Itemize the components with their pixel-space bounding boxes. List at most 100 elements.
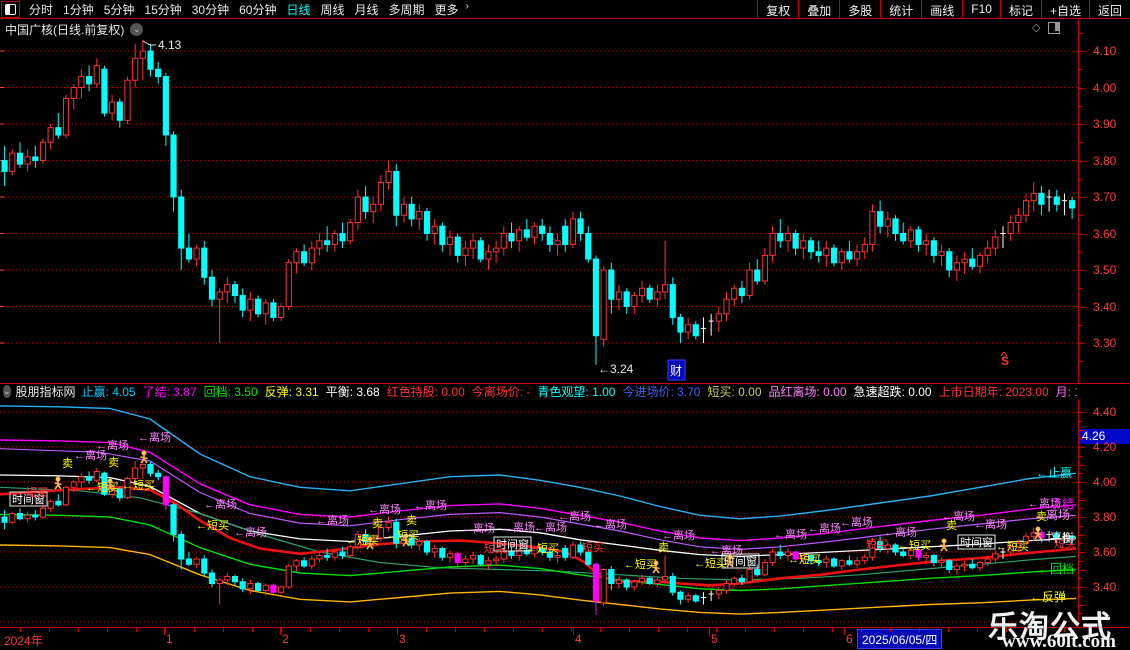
axis-tick <box>1079 412 1085 413</box>
date-tick <box>49 628 50 632</box>
candle-up <box>347 222 354 242</box>
period-tab-月线[interactable]: 月线 <box>355 1 379 18</box>
axis-label-3.80: 3.80 <box>1093 510 1117 524</box>
candle-up <box>661 576 669 581</box>
candle-up <box>354 196 361 224</box>
menu-item-复权[interactable]: 复权 <box>757 0 798 18</box>
period-tab-15分钟[interactable]: 15分钟 <box>144 1 181 18</box>
figure-icon <box>54 476 62 490</box>
axis-tick <box>1079 306 1085 308</box>
candle-up <box>715 590 722 595</box>
date-tick <box>339 628 340 632</box>
peak-price-label: 4.13 <box>158 38 182 52</box>
candle-down <box>592 563 600 602</box>
candle-up <box>331 233 338 245</box>
axis-label-3.60: 3.60 <box>1093 545 1117 559</box>
candle-up <box>923 555 930 558</box>
candle-up <box>615 291 623 300</box>
candle-down <box>231 576 239 583</box>
axis-label-3.40: 3.40 <box>1093 580 1117 594</box>
axis-tick <box>1079 361 1083 363</box>
menu-item-画线[interactable]: 画线 <box>921 0 962 18</box>
signal-短买: 短买 <box>484 541 506 555</box>
menu-item-+自选[interactable]: +自选 <box>1040 0 1089 18</box>
axis-tick <box>1079 525 1083 527</box>
period-tab-1分钟[interactable]: 1分钟 <box>63 1 94 18</box>
indicator-name: 股朋指标网 <box>15 385 76 399</box>
signal-卖: 卖 <box>406 514 417 527</box>
candle-up <box>462 247 469 256</box>
field-上市日期年: 上市日期年: 2023.00 <box>938 385 1049 399</box>
period-tab-更多[interactable]: 更多 <box>435 1 459 18</box>
candle-up <box>731 577 738 584</box>
signal-时间窗: 时间窗 <box>960 535 993 549</box>
candle-up <box>838 560 845 567</box>
axis-tick <box>1079 508 1083 510</box>
candle-up <box>385 521 392 528</box>
split-window-icon[interactable] <box>1048 21 1061 34</box>
signal-←离场: ←离场 <box>594 517 627 531</box>
candle-down <box>562 548 569 558</box>
candle-up <box>761 562 769 576</box>
candle-up <box>516 229 523 242</box>
candle-up <box>961 258 968 264</box>
candle-up <box>685 324 692 333</box>
candle-down <box>738 577 745 583</box>
period-tab-周线[interactable]: 周线 <box>320 1 344 18</box>
main-candlestick-chart[interactable]: 4.13 ←3.24 财 S <box>0 19 1077 383</box>
date-tick <box>861 628 862 632</box>
menu-item-返回[interactable]: 返回 <box>1088 0 1130 18</box>
month-label-6: 6 <box>846 632 853 646</box>
chevron-down-icon[interactable]: ⌄ <box>130 23 144 36</box>
candle-up <box>823 558 830 563</box>
month-tick <box>280 628 281 635</box>
menu-item-标记[interactable]: 标记 <box>999 0 1041 18</box>
signal-←离场: ←离场 <box>368 502 401 516</box>
period-tabs: 分时 1分钟 5分钟 15分钟 30分钟 60分钟 日线 周线 月线 多周期 更多 › <box>24 1 469 18</box>
indicator-chart[interactable]: 卖←离场卖←离场←离场←短买 ←短买时间窗短买←离场←短买←离场←离场←离场 ←离场… <box>0 399 1077 627</box>
date-tick <box>571 628 572 632</box>
date-axis[interactable]: 2024年 2025/06/05/四 1 2 3 4 5 6 <box>0 627 1130 650</box>
signal-←短买: ←短买 <box>624 557 657 571</box>
figure-head <box>367 536 373 542</box>
period-tab-30分钟[interactable]: 30分钟 <box>192 1 229 18</box>
chevron-down-icon[interactable]: ⌄ <box>3 385 11 398</box>
candle-down <box>969 563 976 569</box>
signal-←离场: ←离场 <box>96 438 129 452</box>
period-tab-日线[interactable]: 日线 <box>286 1 310 18</box>
candle-up <box>861 556 868 562</box>
diamond-icon[interactable]: ◇ <box>1032 21 1040 34</box>
menu-item-F10[interactable]: F10 <box>962 0 1000 18</box>
candle-up <box>600 269 607 340</box>
candle-down <box>454 236 461 256</box>
candle-down <box>162 76 169 136</box>
panel-layout-icon[interactable] <box>1 0 20 18</box>
menu-item-叠加[interactable]: 叠加 <box>798 0 839 18</box>
date-tick <box>745 628 746 632</box>
date-tick <box>919 628 920 632</box>
signal-←离场: ←离场 <box>558 509 591 523</box>
candle-up <box>1007 222 1014 235</box>
period-tab-分时[interactable]: 分时 <box>29 1 53 18</box>
candle-down <box>754 269 761 282</box>
candle-down <box>270 302 277 318</box>
period-tab-60分钟[interactable]: 60分钟 <box>239 1 276 18</box>
candle-down <box>208 276 216 300</box>
period-tab-5分钟[interactable]: 5分钟 <box>104 1 135 18</box>
date-tick <box>426 628 427 632</box>
menu-item-统计[interactable]: 统计 <box>880 0 921 18</box>
candle-up <box>247 583 254 590</box>
candle-up <box>293 251 300 264</box>
candle-up <box>569 544 577 558</box>
year-label: 2024年 <box>4 634 43 648</box>
candle-up <box>139 50 146 59</box>
month-tick <box>709 628 710 635</box>
candle-up <box>761 254 769 282</box>
candle-down <box>147 50 154 70</box>
menu-item-多股[interactable]: 多股 <box>839 0 880 18</box>
period-tab-多周期[interactable]: 多周期 <box>389 1 425 18</box>
candle-down <box>546 233 553 245</box>
field-平衡: 平衡: 3.68 <box>325 385 380 399</box>
candle-up <box>992 553 999 560</box>
candle-up <box>631 581 638 588</box>
